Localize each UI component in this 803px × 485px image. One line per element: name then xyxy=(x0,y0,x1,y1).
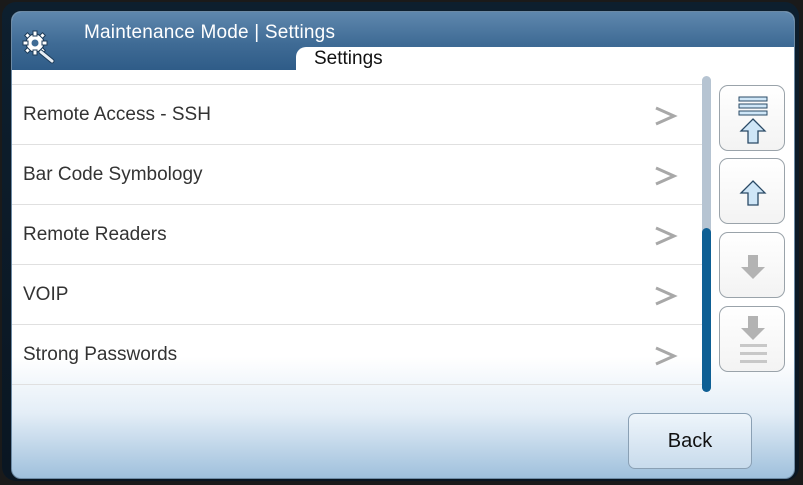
scrollbar-thumb[interactable] xyxy=(702,228,711,392)
list-item-label: Strong Passwords xyxy=(23,344,178,365)
settings-panel: Maintenance Mode | Settings Settings Rem… xyxy=(11,11,795,479)
list-item-voip[interactable]: VOIP xyxy=(12,264,702,324)
list-item-remote-access-ssh[interactable]: Remote Access - SSH xyxy=(12,84,702,144)
chevron-right-icon xyxy=(655,226,678,246)
scroll-up-button[interactable] xyxy=(719,158,785,224)
window-frame: Maintenance Mode | Settings Settings Rem… xyxy=(2,2,799,481)
arrow-up-icon xyxy=(739,180,767,206)
list-item-label: Remote Access - SSH xyxy=(23,104,211,125)
arrow-up-to-top-icon xyxy=(738,96,768,144)
list-item-label: Bar Code Symbology xyxy=(23,164,203,185)
scroll-top-button[interactable] xyxy=(719,85,785,151)
list-item-remote-readers[interactable]: Remote Readers xyxy=(12,204,702,264)
arrow-down-to-bottom-icon xyxy=(740,316,767,363)
chevron-right-icon xyxy=(655,286,678,306)
tab-settings: Settings xyxy=(296,47,794,71)
chevron-right-icon xyxy=(655,106,678,126)
settings-list: Remote Access - SSH Bar Code Symbology R… xyxy=(12,84,702,385)
back-button[interactable]: Back xyxy=(628,413,752,469)
list-item-label: Remote Readers xyxy=(23,224,167,245)
scroll-bottom-button[interactable] xyxy=(719,306,785,372)
page-title: Maintenance Mode | Settings xyxy=(84,22,336,43)
scroll-down-button[interactable] xyxy=(719,232,785,298)
list-item-bar-code-symbology[interactable]: Bar Code Symbology xyxy=(12,144,702,204)
arrow-down-icon xyxy=(741,255,765,279)
chevron-right-icon xyxy=(655,346,678,366)
chevron-right-icon xyxy=(655,166,678,186)
tab-settings-label: Settings xyxy=(314,48,383,69)
list-item-label: VOIP xyxy=(23,284,69,305)
scrollbar[interactable] xyxy=(702,76,711,392)
list-item-strong-passwords[interactable]: Strong Passwords xyxy=(12,324,702,385)
gear-wrench-icon xyxy=(22,30,55,64)
